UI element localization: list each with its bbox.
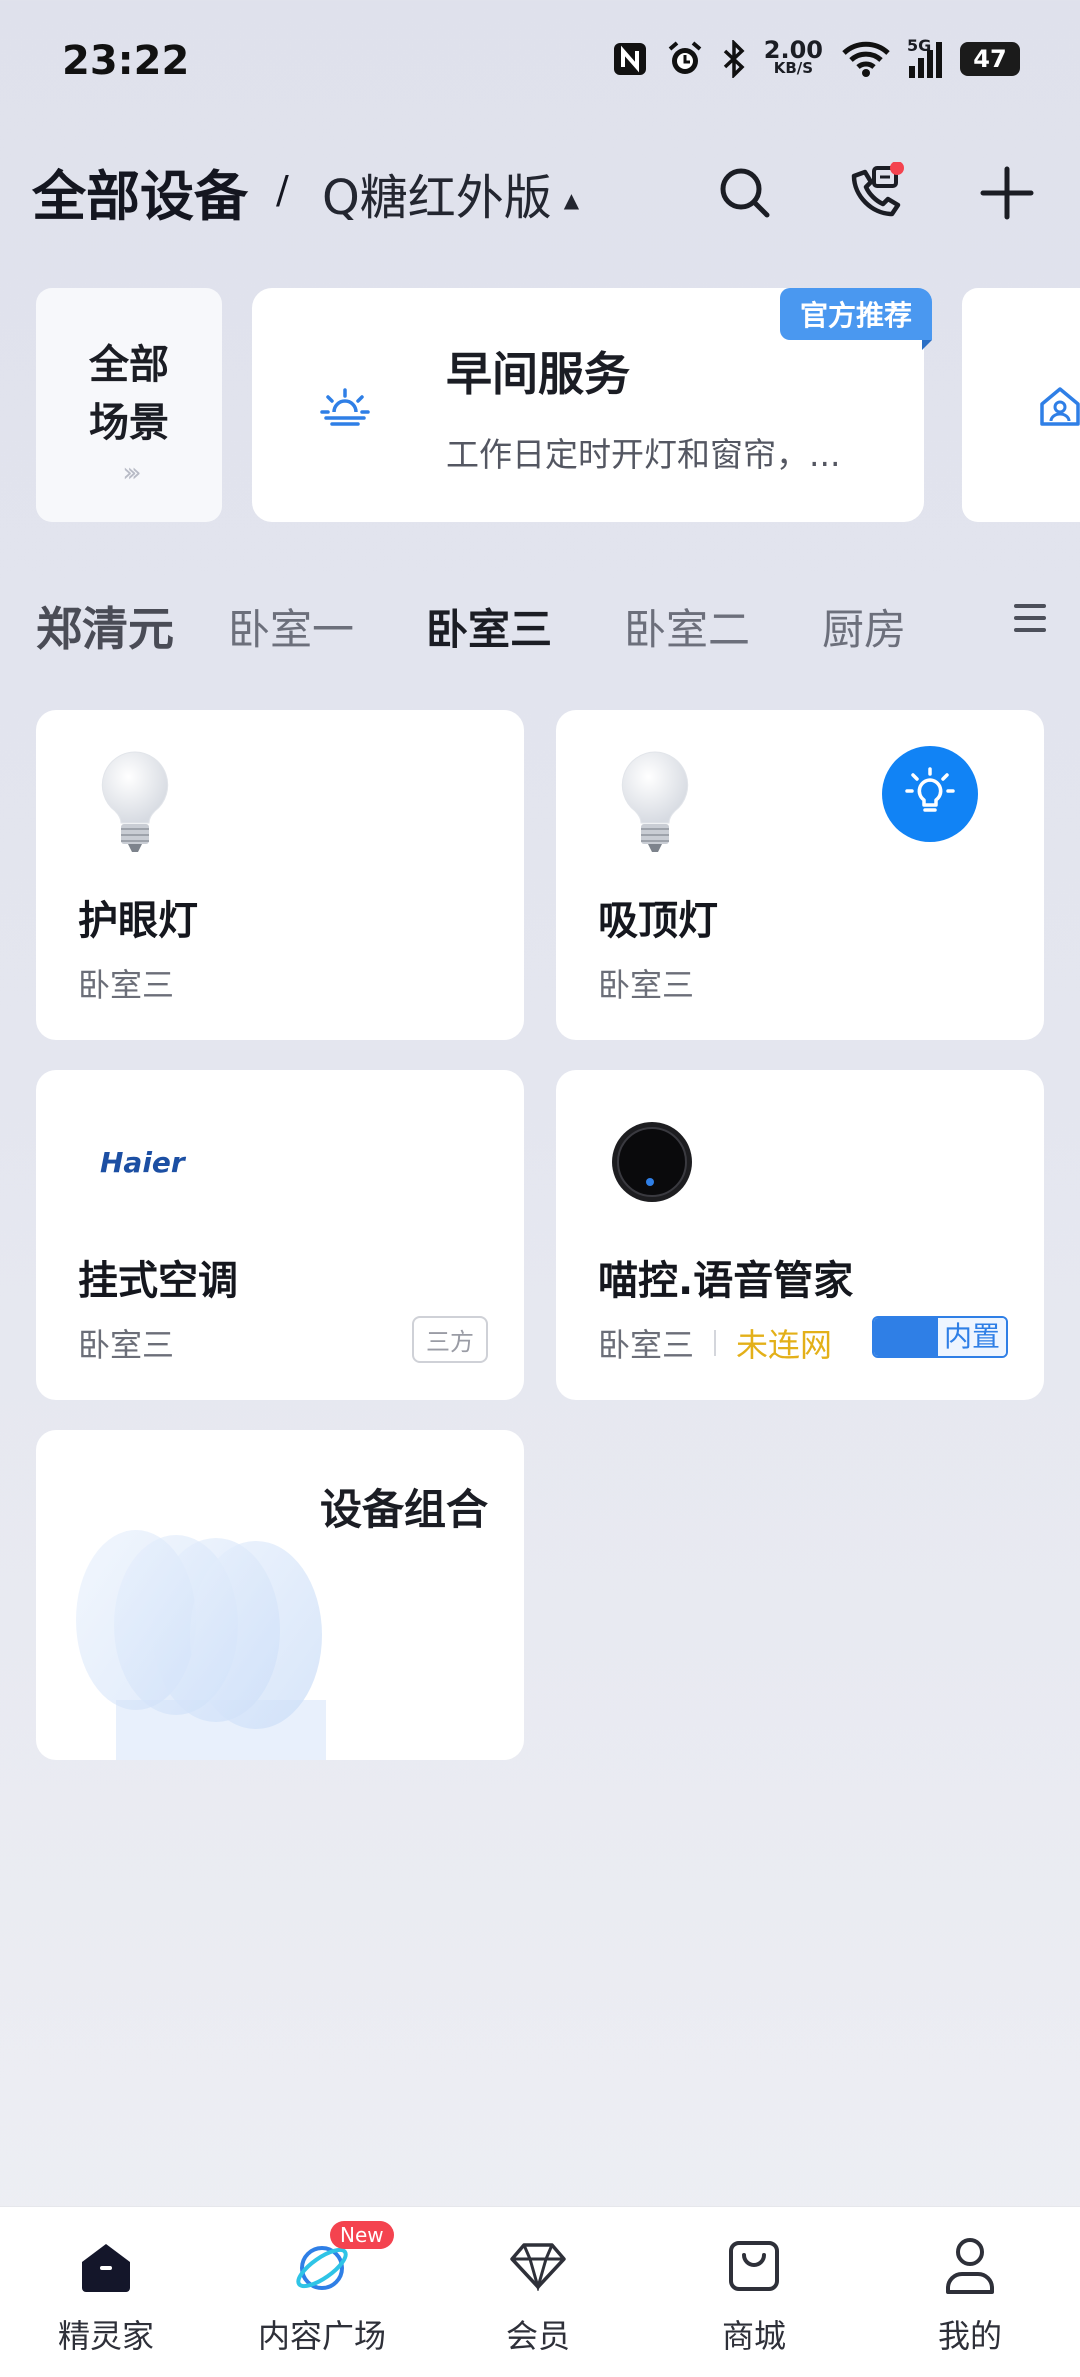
header-separator: / <box>276 168 289 212</box>
scene-card-next[interactable] <box>962 288 1080 522</box>
nav-label: 精灵家 <box>57 2317 154 2355</box>
chevron-right-icon: ››› <box>122 458 141 488</box>
device-room: 卧室三 <box>78 1326 175 1364</box>
tab-owner[interactable]: 郑清元 <box>36 593 174 659</box>
bulb-icon <box>101 751 169 852</box>
status-icons: 2.00 KB/S 5G 47 <box>612 36 1020 78</box>
net-speed: 2.00 KB/S <box>763 36 823 77</box>
battery-indicator: 47 <box>960 42 1020 76</box>
all-scenes-button[interactable]: 全部 场景 ››› <box>36 288 222 522</box>
nav-label: 会员 <box>505 2317 570 2355</box>
wifi-icon <box>842 41 890 77</box>
person-icon <box>946 2238 994 2294</box>
room-tabs: 郑清元 卧室一 卧室三 卧室二 厨房 <box>36 596 1046 666</box>
nfc-icon <box>613 43 646 75</box>
device-group-title: 设备组合 <box>319 1485 488 1534</box>
nav-label: 内容广场 <box>257 2317 386 2355</box>
haier-logo: Haier <box>100 1146 185 1179</box>
device-name: 喵控.语音管家 <box>598 1258 854 1304</box>
plus-icon <box>980 166 1034 220</box>
nav-member[interactable]: 会员 <box>448 2233 628 2357</box>
nav-home[interactable]: 精灵家 <box>16 2233 196 2357</box>
search-icon <box>720 168 770 218</box>
add-button[interactable] <box>972 158 1042 228</box>
diamond-icon <box>510 2243 566 2291</box>
scene-title: 早间服务 <box>446 347 630 401</box>
scene-description: 工作日定时开灯和窗帘，... <box>446 435 841 474</box>
device-group-illustration <box>76 1530 326 1760</box>
search-button[interactable] <box>710 158 780 228</box>
device-group-card[interactable]: 设备组合 <box>36 1430 524 1760</box>
nav-label: 我的 <box>937 2317 1002 2355</box>
status-time: 23:22 <box>62 38 190 84</box>
light-toggle-button[interactable] <box>882 746 978 842</box>
tab-room-2[interactable]: 卧室二 <box>624 596 750 657</box>
offline-status: 未连网 <box>736 1326 833 1364</box>
device-name: 挂式空调 <box>78 1258 238 1304</box>
nav-shop[interactable]: 商城 <box>664 2233 844 2357</box>
alarm-icon <box>668 41 702 74</box>
third-party-tag: 三方 <box>412 1316 488 1363</box>
home-selector[interactable]: Q糖红外版 ▲ <box>322 158 579 228</box>
device-room: 卧室三 未连网 <box>598 1320 832 1366</box>
device-name: 吸顶灯 <box>598 898 718 944</box>
all-scenes-label: 全部 场景 <box>89 342 169 446</box>
bulb-icon <box>621 751 689 852</box>
nav-profile[interactable]: 我的 <box>880 2233 1060 2357</box>
sunrise-icon <box>320 388 370 426</box>
device-room: 卧室三 <box>598 966 695 1004</box>
signal-icon: 5G <box>907 36 942 78</box>
home-name: Q糖红外版 <box>322 170 552 226</box>
home-person-icon <box>1040 387 1080 426</box>
nav-label: 商城 <box>721 2317 786 2355</box>
bottom-nav: 精灵家 New 内容广场 会员 商城 我的 <box>0 2206 1080 2377</box>
voice-call-button[interactable] <box>840 158 910 228</box>
new-badge: New <box>330 2221 394 2249</box>
page-title: 全部设备 <box>32 165 248 228</box>
device-card-ceiling-lamp[interactable]: 吸顶灯 卧室三 <box>556 710 1044 1040</box>
device-room: 卧室三 <box>78 966 175 1004</box>
home-icon <box>82 2244 130 2292</box>
bluetooth-icon <box>723 40 745 78</box>
device-name: 护眼灯 <box>78 898 198 944</box>
scene-card[interactable]: 早间服务 工作日定时开灯和窗帘，... 官方推荐 <box>252 288 933 522</box>
tab-kitchen[interactable]: 厨房 <box>822 596 906 657</box>
phone-call-icon <box>851 162 904 217</box>
device-card-voice-assistant[interactable]: 喵控.语音管家 卧室三 未连网 内置 <box>556 1070 1044 1400</box>
builtin-tag: 内置 <box>871 1316 1008 1358</box>
caret-down-icon: ▲ <box>563 188 580 212</box>
tab-room-3[interactable]: 卧室三 <box>426 596 552 657</box>
speaker-icon <box>612 1122 692 1202</box>
tab-room-1[interactable]: 卧室一 <box>228 596 354 657</box>
recommend-badge: 官方推荐 <box>779 288 933 350</box>
device-card-eye-lamp[interactable]: 护眼灯 卧室三 <box>36 710 524 1040</box>
bag-icon <box>729 2241 779 2291</box>
nav-content[interactable]: New 内容广场 <box>232 2221 412 2357</box>
lightbulb-icon <box>905 767 955 812</box>
device-card-air-conditioner[interactable]: Haier 挂式空调 卧室三 三方 <box>36 1070 524 1400</box>
menu-icon[interactable] <box>1014 604 1046 640</box>
